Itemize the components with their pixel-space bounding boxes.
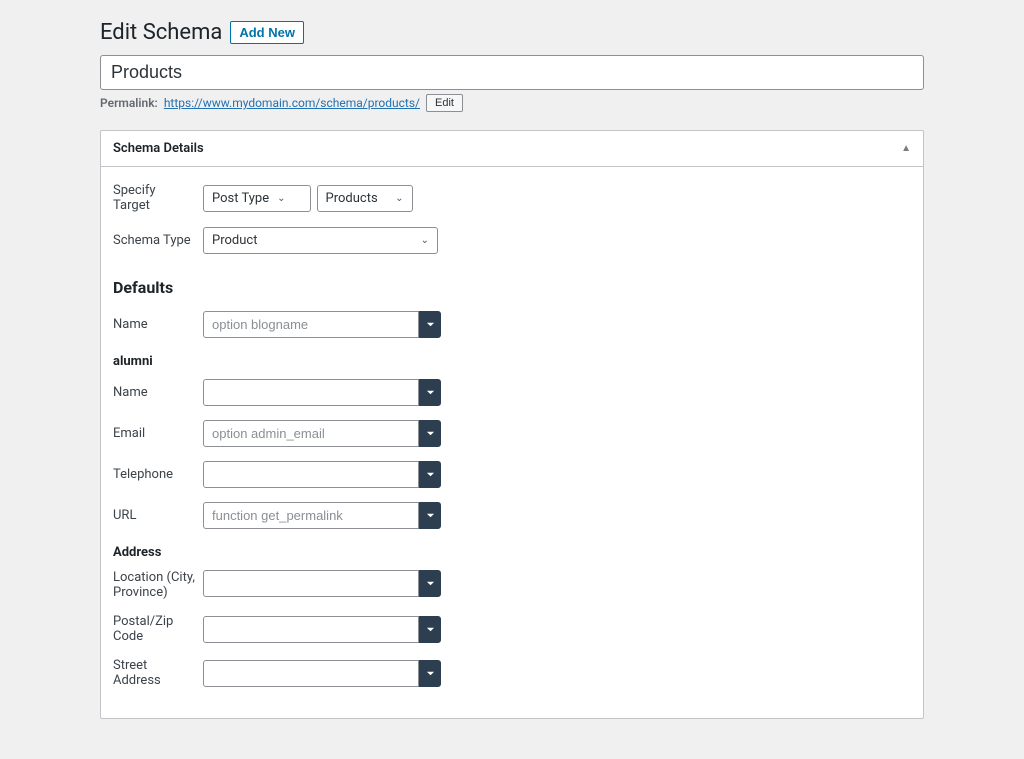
chevron-down-icon: ⌄ [395,193,403,204]
title-input[interactable] [100,55,924,90]
chevron-down-icon [426,625,435,634]
page-title: Edit Schema [100,20,222,45]
alumni-heading: alumni [113,354,911,369]
metabox-title: Schema Details [113,141,204,156]
alumni-email-input[interactable] [203,420,419,447]
metabox-header: Schema Details ▲ [101,131,923,167]
address-street-label: Street Address [113,658,203,688]
chevron-down-icon [426,511,435,520]
alumni-telephone-dropdown-button[interactable] [419,461,441,488]
target-value-text: Products [326,191,378,206]
chevron-down-icon [426,320,435,329]
address-postal-input[interactable] [203,616,419,643]
edit-permalink-button[interactable]: Edit [426,94,463,112]
target-post-type-select[interactable]: Post Type ⌄ [203,185,311,212]
target-value-select[interactable]: Products ⌄ [317,185,413,212]
specify-target-row: Specify Target Post Type ⌄ Products ⌄ [113,183,911,213]
chevron-down-icon: ⌄ [277,193,285,204]
address-location-dropdown-button[interactable] [419,570,441,597]
defaults-heading: Defaults [113,278,911,297]
alumni-url-label: URL [113,508,203,523]
alumni-name-input[interactable] [203,379,419,406]
address-street-row: Street Address [113,658,911,688]
specify-target-label: Specify Target [113,183,203,213]
alumni-name-dropdown-button[interactable] [419,379,441,406]
alumni-url-dropdown-button[interactable] [419,502,441,529]
alumni-telephone-row: Telephone [113,461,911,488]
chevron-down-icon [426,579,435,588]
collapse-icon[interactable]: ▲ [901,143,911,154]
address-postal-dropdown-button[interactable] [419,616,441,643]
alumni-telephone-input[interactable] [203,461,419,488]
permalink-link[interactable]: https://www.mydomain.com/schema/products… [164,96,420,110]
address-postal-row: Postal/Zip Code [113,614,911,644]
permalink-row: Permalink: https://www.mydomain.com/sche… [100,94,924,112]
permalink-label: Permalink: [100,96,158,110]
schema-details-metabox: Schema Details ▲ Specify Target Post Typ… [100,130,924,719]
address-location-row: Location (City, Province) [113,570,911,600]
alumni-email-row: Email [113,420,911,447]
alumni-url-input[interactable] [203,502,419,529]
schema-type-label: Schema Type [113,233,203,248]
defaults-name-label: Name [113,317,203,332]
address-heading: Address [113,545,911,560]
address-location-label: Location (City, Province) [113,570,203,600]
address-street-dropdown-button[interactable] [419,660,441,687]
target-post-type-value: Post Type [212,191,269,206]
alumni-name-label: Name [113,385,203,400]
schema-type-select[interactable]: Product ⌄ [203,227,438,254]
defaults-name-dropdown-button[interactable] [419,311,441,338]
address-postal-label: Postal/Zip Code [113,614,203,644]
address-location-input[interactable] [203,570,419,597]
alumni-url-row: URL [113,502,911,529]
alumni-email-dropdown-button[interactable] [419,420,441,447]
schema-type-value: Product [212,233,257,248]
chevron-down-icon [426,388,435,397]
add-new-button[interactable]: Add New [230,21,304,44]
schema-type-row: Schema Type Product ⌄ [113,227,911,254]
chevron-down-icon [426,429,435,438]
address-street-input[interactable] [203,660,419,687]
alumni-email-label: Email [113,426,203,441]
chevron-down-icon [426,470,435,479]
defaults-name-row: Name [113,311,911,338]
alumni-telephone-label: Telephone [113,467,203,482]
chevron-down-icon [426,669,435,678]
defaults-name-input[interactable] [203,311,419,338]
alumni-name-row: Name [113,379,911,406]
page-header: Edit Schema Add New [100,20,924,45]
chevron-down-icon: ⌄ [421,235,429,246]
